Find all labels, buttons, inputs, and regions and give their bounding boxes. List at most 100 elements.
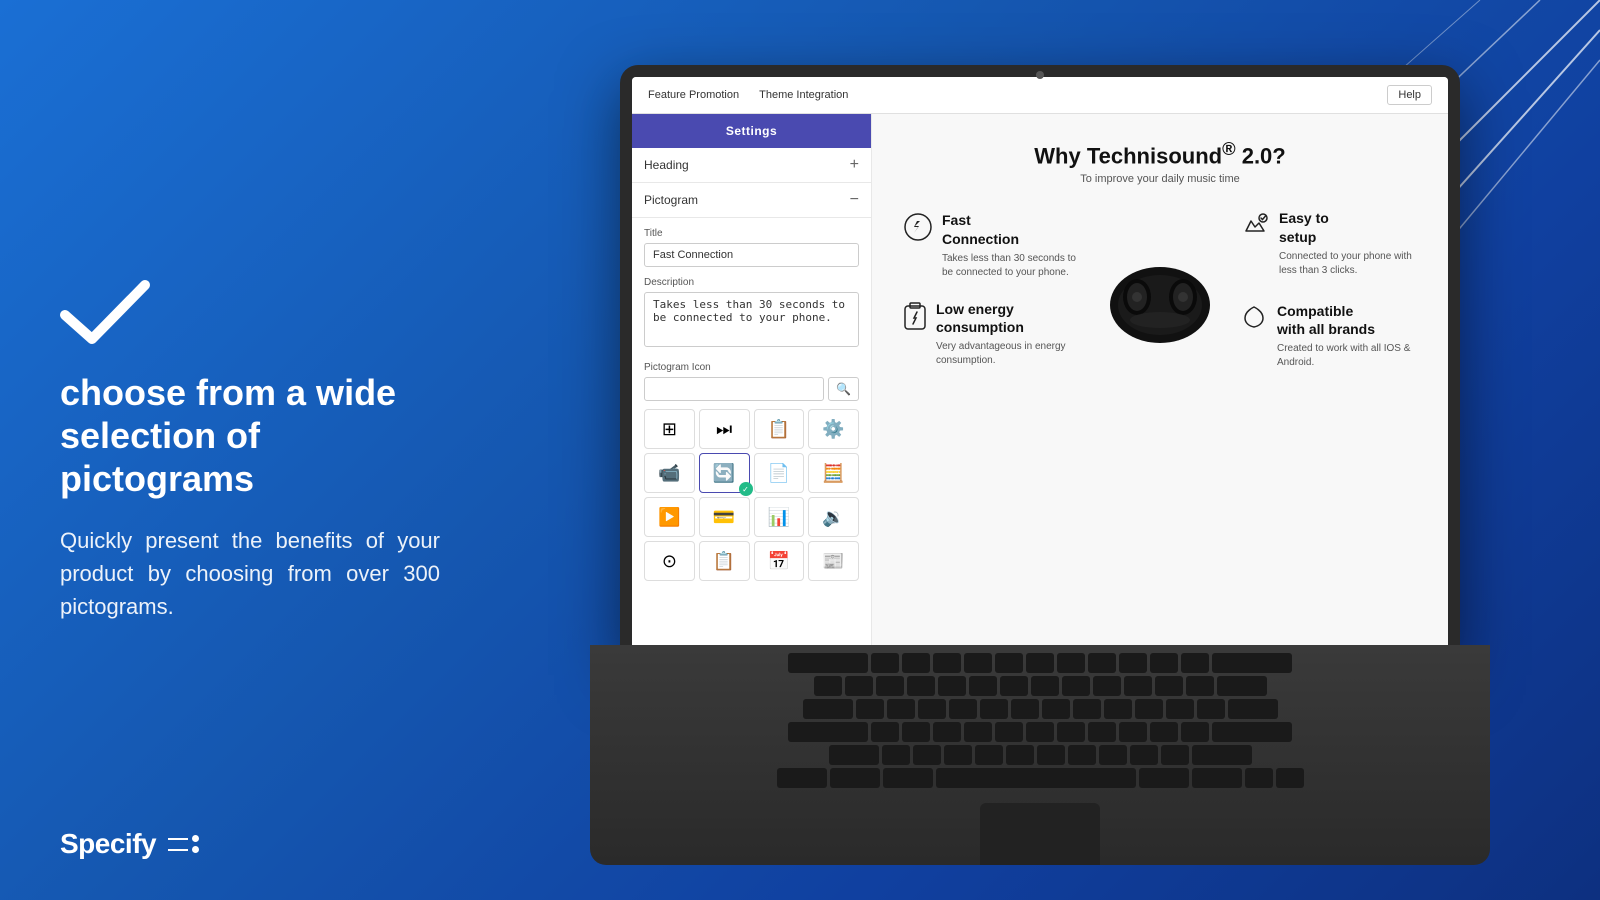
key-7 <box>1031 676 1059 696</box>
key-f5 <box>995 653 1023 673</box>
feature-text-compatible: Compatiblewith all brands Created to wor… <box>1277 302 1416 370</box>
key-l <box>1119 722 1147 742</box>
key-v <box>975 745 1003 765</box>
key-backspace <box>1217 676 1267 696</box>
feature-text-energy: Low energyconsumption Very advantageous … <box>936 300 1079 368</box>
key-shift-r <box>1192 745 1252 765</box>
icon-cell-2[interactable]: ⏭ <box>699 409 750 449</box>
content-title: Why Technisound® 2.0? <box>904 138 1416 169</box>
checkmark-icon <box>60 277 150 347</box>
icon-cell-3[interactable]: 📋 <box>754 409 805 449</box>
key-x <box>913 745 941 765</box>
icon-cell-9[interactable]: ▶️ <box>644 497 695 537</box>
icon-search-button[interactable]: 🔍 <box>828 377 859 401</box>
key-f2 <box>902 653 930 673</box>
help-button[interactable]: Help <box>1387 85 1432 105</box>
main-heading: choose from a wide selection of pictogra… <box>60 371 440 501</box>
icon-cell-5[interactable]: 📹 <box>644 453 695 493</box>
app-body: Settings Heading + Pictogram − Title <box>632 114 1448 655</box>
key-8 <box>1062 676 1090 696</box>
earbuds-image <box>1095 225 1225 355</box>
key-2 <box>876 676 904 696</box>
icon-cell-12[interactable]: 🔉 <box>808 497 859 537</box>
key-esc <box>788 653 868 673</box>
heading-expand-icon[interactable]: + <box>850 156 859 174</box>
icon-cell-11[interactable]: 📊 <box>754 497 805 537</box>
logo-line-1 <box>168 838 188 840</box>
key-row-2 <box>610 676 1470 696</box>
feature-compatible: Compatiblewith all brands Created to wor… <box>1241 302 1416 370</box>
key-bracket-l <box>1166 699 1194 719</box>
icon-cell-4[interactable]: ⚙️ <box>808 409 859 449</box>
heading-section: Heading + <box>632 148 871 183</box>
title-input[interactable] <box>644 243 859 267</box>
heading-label: Heading <box>644 158 689 172</box>
icon-cell-8[interactable]: 🧮 <box>808 453 859 493</box>
icon-cell-14[interactable]: 📋 <box>699 541 750 581</box>
key-t <box>980 699 1008 719</box>
key-f3 <box>933 653 961 673</box>
laptop-keyboard <box>590 645 1490 865</box>
key-right <box>1276 768 1304 788</box>
key-f7 <box>1057 653 1085 673</box>
feature-icon-easy <box>1241 211 1269 245</box>
settings-button[interactable]: Settings <box>632 114 871 148</box>
laptop: Feature Promotion Theme Integration Help… <box>590 65 1490 865</box>
key-m <box>1068 745 1096 765</box>
left-features: FastConnection Takes less than 30 second… <box>904 211 1079 368</box>
icon-cell-10[interactable]: 💳 <box>699 497 750 537</box>
logo-dot-2 <box>192 846 199 853</box>
key-3 <box>907 676 935 696</box>
right-features: Easy tosetup Connected to your phone wit… <box>1241 209 1416 370</box>
key-9 <box>1093 676 1121 696</box>
feature-title-compatible: Compatiblewith all brands <box>1277 302 1416 338</box>
key-f11 <box>1181 653 1209 673</box>
key-equals <box>1186 676 1214 696</box>
key-bracket-r <box>1197 699 1225 719</box>
key-ctrl <box>830 768 880 788</box>
key-d <box>933 722 961 742</box>
content-subtitle: To improve your daily music time <box>904 173 1416 185</box>
key-row-6 <box>610 768 1470 788</box>
key-b <box>1006 745 1034 765</box>
icon-search-input[interactable] <box>644 377 824 401</box>
key-f6 <box>1026 653 1054 673</box>
product-title: Why Technisound® 2.0? <box>904 138 1416 169</box>
key-row-5 <box>610 745 1470 765</box>
key-f1 <box>871 653 899 673</box>
key-row-4 <box>610 722 1470 742</box>
key-ctrl-r <box>1192 768 1242 788</box>
description-input[interactable]: Takes less than 30 seconds to be connect… <box>644 292 859 347</box>
key-f4 <box>964 653 992 673</box>
laptop-screen-outer: Feature Promotion Theme Integration Help… <box>620 65 1460 655</box>
features-grid: FastConnection Takes less than 30 second… <box>904 209 1416 370</box>
feature-icon-fast <box>904 213 932 247</box>
icon-cell-7[interactable]: 📄 <box>754 453 805 493</box>
laptop-screen-inner: Feature Promotion Theme Integration Help… <box>632 77 1448 655</box>
key-alt-r <box>1139 768 1189 788</box>
key-4 <box>938 676 966 696</box>
key-comma <box>1099 745 1127 765</box>
logo: Specify <box>60 828 199 860</box>
icon-search-row: 🔍 <box>644 377 859 401</box>
key-alt <box>883 768 933 788</box>
key-1 <box>845 676 873 696</box>
pictogram-collapse-icon[interactable]: − <box>850 191 859 209</box>
pictogram-form: Title Description Takes less than 30 sec… <box>632 218 871 655</box>
key-o <box>1104 699 1132 719</box>
icon-cell-13[interactable]: ⊙ <box>644 541 695 581</box>
description-label: Description <box>644 277 859 288</box>
key-6 <box>1000 676 1028 696</box>
logo-icon <box>168 835 199 853</box>
key-j <box>1057 722 1085 742</box>
key-semicolon <box>1150 722 1178 742</box>
icon-cell-16[interactable]: 📰 <box>808 541 859 581</box>
icon-cell-1[interactable]: ⊞ <box>644 409 695 449</box>
icon-cell-6[interactable]: 🔄 ✓ <box>699 453 750 493</box>
key-period <box>1130 745 1158 765</box>
right-panel: Feature Promotion Theme Integration Help… <box>490 0 1600 900</box>
nav-tab-feature-promotion[interactable]: Feature Promotion <box>648 87 739 103</box>
icon-cell-15[interactable]: 📅 <box>754 541 805 581</box>
nav-tab-theme-integration[interactable]: Theme Integration <box>759 87 848 103</box>
key-g <box>995 722 1023 742</box>
